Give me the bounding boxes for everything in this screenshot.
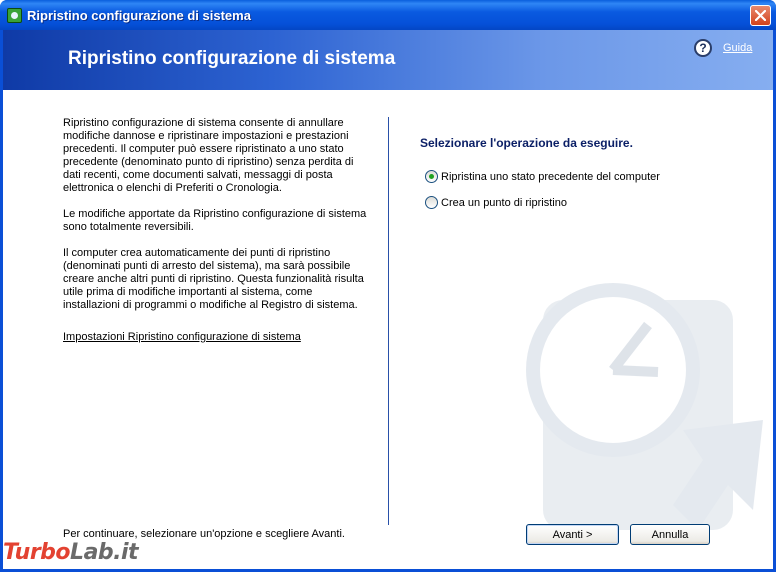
brand-part2: Lab.it xyxy=(70,540,139,565)
settings-link[interactable]: Impostazioni Ripristino configurazione d… xyxy=(63,331,301,343)
radio-button[interactable] xyxy=(425,196,438,209)
brand-part1: Turbo xyxy=(3,540,71,565)
page-title: Ripristino configurazione di sistema xyxy=(68,48,396,69)
system-restore-icon xyxy=(7,8,22,23)
next-button[interactable]: Avanti > xyxy=(526,524,619,545)
radio-button-checked[interactable] xyxy=(425,170,438,183)
header-banner: Ripristino configurazione di sistema ? G… xyxy=(3,30,773,90)
help-icon[interactable]: ? xyxy=(694,39,712,57)
option-create-restore-point[interactable]: Crea un punto di ripristino xyxy=(425,196,567,209)
brand-watermark: TurboLab.it xyxy=(3,540,139,565)
option-label: Crea un punto di ripristino xyxy=(441,196,567,209)
description-paragraph: Il computer crea automaticamente dei pun… xyxy=(63,247,364,311)
cancel-button[interactable]: Annulla xyxy=(630,524,710,545)
description-paragraph: Le modifiche apportate da Ripristino con… xyxy=(63,208,367,233)
close-button[interactable] xyxy=(750,5,771,26)
question-heading: Selezionare l'operazione da eseguire. xyxy=(420,136,633,150)
window: Ripristino configurazione di sistema Rip… xyxy=(0,0,776,572)
option-label: Ripristina uno stato precedente del comp… xyxy=(441,170,660,183)
close-icon xyxy=(755,10,766,21)
option-restore[interactable]: Ripristina uno stato precedente del comp… xyxy=(425,170,660,183)
description: Ripristino configurazione di sistema con… xyxy=(63,117,368,325)
window-title: Ripristino configurazione di sistema xyxy=(27,8,251,23)
help-link[interactable]: Guida xyxy=(723,42,752,54)
client-area: Ripristino configurazione di sistema ? G… xyxy=(3,30,773,569)
panel-divider xyxy=(388,117,389,525)
title-bar[interactable]: Ripristino configurazione di sistema xyxy=(0,0,776,30)
description-paragraph: Ripristino configurazione di sistema con… xyxy=(63,117,354,194)
footer-instruction: Per continuare, selezionare un'opzione e… xyxy=(63,528,345,540)
